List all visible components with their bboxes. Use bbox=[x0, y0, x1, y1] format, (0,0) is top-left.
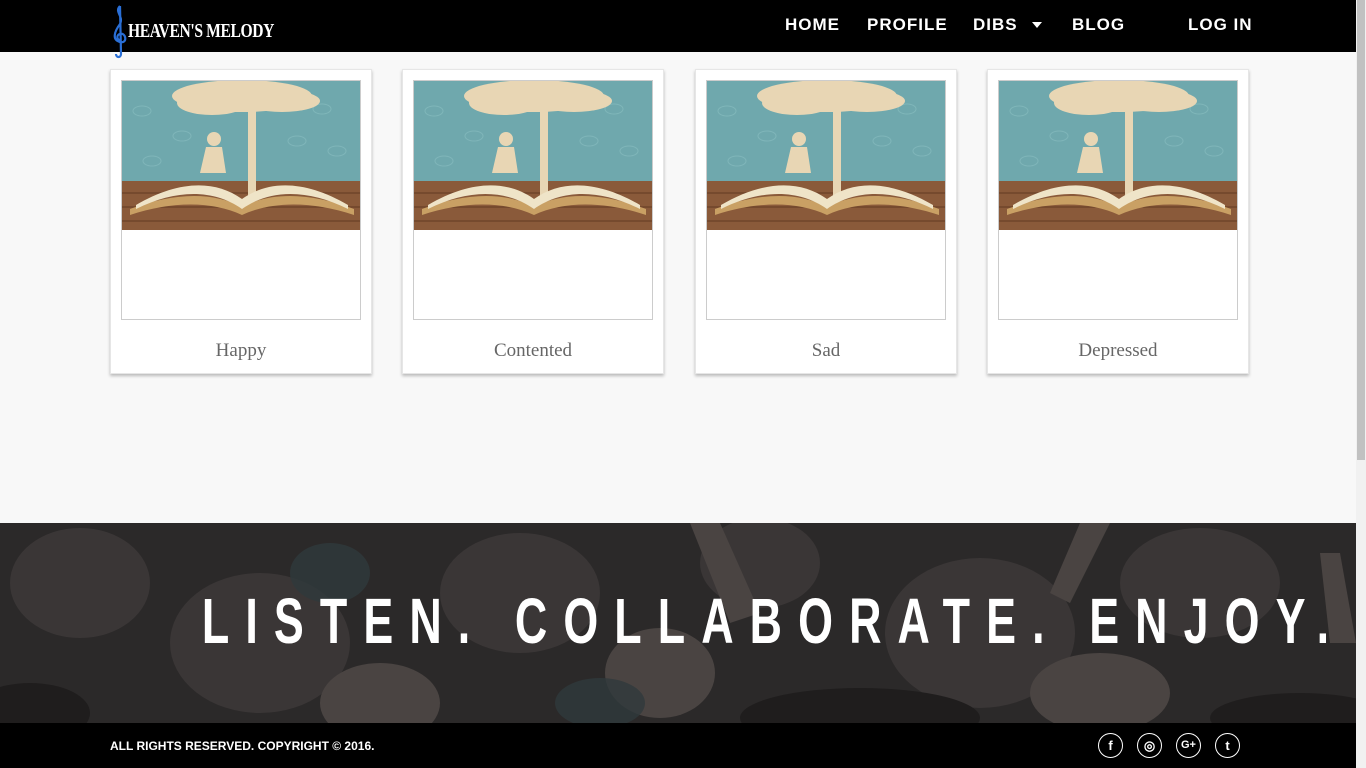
top-navbar: HEAVEN'S MELODY HOME PROFILE DIBS BLOG L… bbox=[0, 0, 1356, 59]
page-scrollbar[interactable] bbox=[1356, 0, 1366, 768]
brand-logo[interactable]: HEAVEN'S MELODY bbox=[108, 2, 274, 60]
mood-card-image bbox=[121, 80, 361, 320]
nav-home[interactable]: HOME bbox=[785, 15, 840, 35]
scrollbar-thumb[interactable] bbox=[1357, 0, 1365, 460]
dribbble-icon[interactable]: ◎ bbox=[1137, 733, 1162, 758]
mood-card-image bbox=[413, 80, 653, 320]
mood-card-image bbox=[998, 80, 1238, 320]
book-tree-image bbox=[999, 81, 1237, 230]
mood-card-label: Depressed bbox=[1078, 340, 1158, 361]
mood-card-label: Sad bbox=[811, 340, 841, 361]
mood-card-image bbox=[706, 80, 946, 320]
chevron-down-icon[interactable] bbox=[1032, 22, 1042, 28]
nav-dibs[interactable]: DIBS bbox=[973, 15, 1018, 35]
nav-login[interactable]: LOG IN bbox=[1188, 15, 1253, 35]
book-tree-image bbox=[122, 81, 360, 230]
mood-card-happy[interactable]: Happy bbox=[110, 69, 372, 374]
mood-card-label: Happy bbox=[215, 340, 267, 361]
mood-card-sad[interactable]: Sad bbox=[695, 69, 957, 374]
mood-card-contented[interactable]: Contented bbox=[402, 69, 664, 374]
mood-card-depressed[interactable]: Depressed bbox=[987, 69, 1249, 374]
brand-name: HEAVEN'S MELODY bbox=[128, 20, 274, 42]
nav-profile[interactable]: PROFILE bbox=[867, 15, 948, 35]
book-tree-image bbox=[414, 81, 652, 230]
twitter-icon[interactable]: t bbox=[1215, 733, 1240, 758]
facebook-icon[interactable]: f bbox=[1098, 733, 1123, 758]
nav-blog[interactable]: BLOG bbox=[1072, 15, 1125, 35]
mood-card-label: Contented bbox=[493, 340, 573, 361]
site-footer: ALL RIGHTS RESERVED. COPYRIGHT © 2016. f… bbox=[0, 723, 1356, 768]
book-tree-image bbox=[707, 81, 945, 230]
hero-tagline: LISTEN. COLLABORATE. ENJOY. bbox=[201, 585, 1346, 657]
copyright-text: ALL RIGHTS RESERVED. COPYRIGHT © 2016. bbox=[110, 739, 375, 753]
google-plus-icon[interactable]: G+ bbox=[1176, 733, 1201, 758]
